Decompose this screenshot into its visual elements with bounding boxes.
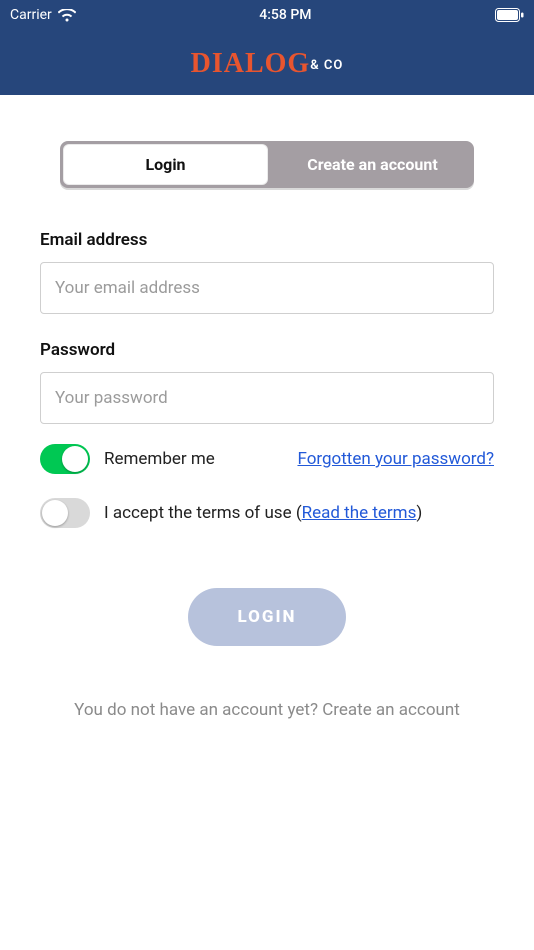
auth-tab-segment: Login Create an account	[60, 141, 474, 188]
terms-suffix: )	[416, 503, 422, 523]
status-time: 4:58 PM	[76, 7, 495, 23]
terms-text: I accept the terms of use (Read the term…	[104, 503, 422, 523]
nav-header: DIALOG& CO	[0, 30, 534, 95]
read-terms-link[interactable]: Read the terms	[302, 503, 417, 523]
email-field[interactable]	[40, 262, 494, 314]
tab-login[interactable]: Login	[63, 144, 268, 185]
password-field[interactable]	[40, 372, 494, 424]
terms-prefix: I accept the terms of use (	[104, 503, 302, 523]
accept-terms-toggle[interactable]	[40, 498, 90, 528]
create-account-footer-link[interactable]: You do not have an account yet? Create a…	[40, 700, 494, 720]
wifi-icon	[58, 9, 76, 22]
login-button[interactable]: LOGIN	[188, 588, 346, 646]
password-label: Password	[40, 340, 494, 360]
tab-create-account[interactable]: Create an account	[271, 141, 474, 188]
email-label: Email address	[40, 230, 494, 250]
brand-logo: DIALOG& CO	[191, 46, 344, 80]
forgot-password-link[interactable]: Forgotten your password?	[297, 449, 494, 469]
battery-icon	[495, 8, 524, 22]
status-bar: Carrier 4:58 PM	[0, 0, 534, 30]
remember-me-label: Remember me	[104, 449, 215, 469]
brand-main: DIALOG	[191, 48, 311, 79]
brand-sub: & CO	[310, 58, 343, 73]
remember-me-toggle[interactable]	[40, 444, 90, 474]
carrier-label: Carrier	[10, 7, 52, 23]
